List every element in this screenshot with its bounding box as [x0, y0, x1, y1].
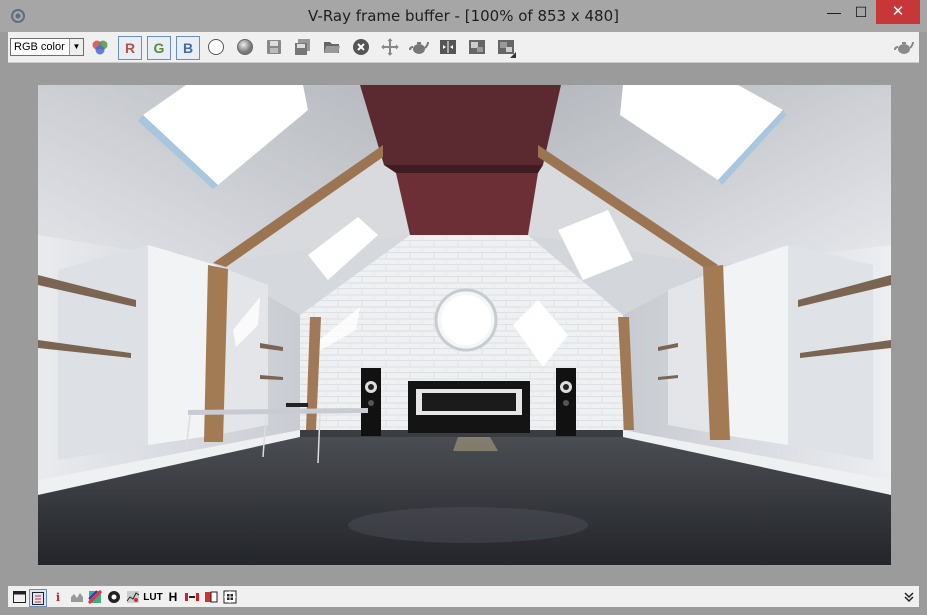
ocio-icon[interactable] [203, 589, 219, 605]
title-bar[interactable]: V-Ray frame buffer - [100% of 853 x 480]… [0, 0, 927, 32]
close-button[interactable]: ✕ [876, 0, 920, 24]
maximize-button[interactable]: ☐ [846, 0, 876, 24]
save-icon[interactable] [263, 36, 285, 58]
h-button[interactable]: H [165, 589, 181, 605]
curves-icon[interactable] [125, 589, 141, 605]
mono-gray-icon[interactable] [234, 36, 256, 58]
teapot-render-icon[interactable] [408, 36, 430, 58]
color-correction-icon[interactable] [87, 589, 103, 605]
chart-icon[interactable] [69, 589, 85, 605]
red-channel-button[interactable]: R [118, 36, 142, 60]
teapot-icon[interactable] [893, 36, 915, 58]
status-bar: i LUT H [8, 586, 919, 607]
clear-icon[interactable] [350, 36, 372, 58]
chevron-down-icon: ▼ [69, 39, 83, 55]
frame-icon[interactable] [11, 589, 27, 605]
icc-icon[interactable] [184, 589, 200, 605]
info-icon[interactable]: i [50, 589, 66, 605]
green-channel-button[interactable]: G [147, 36, 171, 60]
region-a-icon[interactable] [466, 36, 488, 58]
color-channels-icon[interactable] [89, 36, 111, 58]
exposure-icon[interactable] [106, 589, 122, 605]
channel-select-value: RGB color [14, 41, 65, 53]
lut-button[interactable]: LUT [143, 589, 162, 605]
blue-channel-button[interactable]: B [176, 36, 200, 60]
open-icon[interactable] [321, 36, 343, 58]
rendered-image[interactable] [38, 85, 891, 565]
channel-select[interactable]: RGB color ▼ [10, 38, 84, 56]
window-title: V-Ray frame buffer - [100% of 853 x 480] [308, 7, 619, 25]
render-area[interactable] [8, 63, 919, 586]
toolbar: RGB color ▼ R G B [8, 32, 919, 63]
track-mouse-icon[interactable] [379, 36, 401, 58]
save-all-icon[interactable] [292, 36, 314, 58]
dropdown-corner-icon[interactable] [510, 52, 516, 58]
chevron-double-down-icon[interactable] [901, 589, 917, 605]
compare-icon[interactable] [437, 36, 459, 58]
pixel-aspect-icon[interactable] [222, 589, 238, 605]
vray-frame-buffer-window: V-Ray frame buffer - [100% of 853 x 480]… [0, 0, 927, 615]
mono-white-icon[interactable] [205, 36, 227, 58]
history-icon[interactable] [29, 589, 47, 607]
